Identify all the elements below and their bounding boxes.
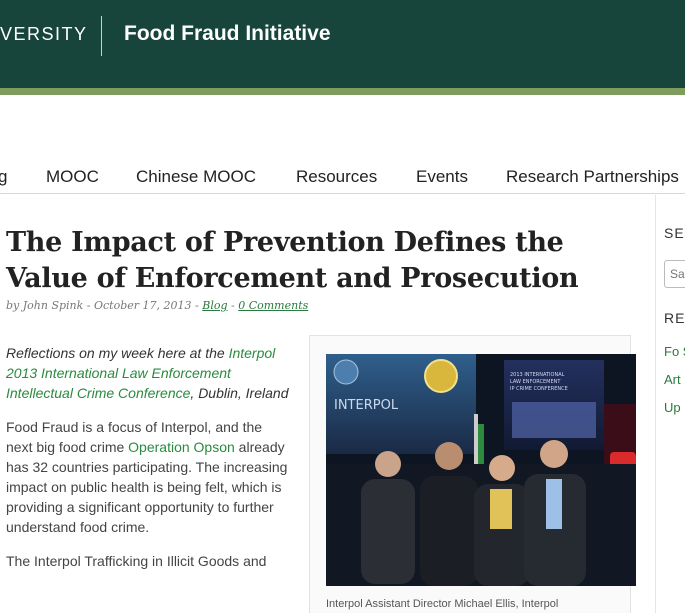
sidebar-recent-list: Fo Sci Co 20 Re Art Inw Mi Up FD Fra Mo …: [664, 343, 685, 427]
post-title: The Impact of Prevention Defines the Val…: [6, 227, 579, 294]
interpol-emblem-icon: [424, 359, 458, 393]
p1-text-b: , Dublin, Ireland: [190, 385, 289, 401]
conference-photo[interactable]: INTERPOL 2013 INTERNATIONAL LAW ENFORCEM…: [326, 354, 636, 586]
nav-item-mooc[interactable]: MOOC: [46, 167, 99, 187]
post-category-link[interactable]: Blog: [202, 299, 227, 312]
conference-photo-illustration: INTERPOL 2013 INTERNATIONAL LAW ENFORCEM…: [326, 354, 636, 586]
university-wordmark[interactable]: VERSITY: [0, 24, 88, 45]
brand-divider: [101, 16, 102, 56]
site-title[interactable]: Food Fraud Initiative: [124, 22, 331, 46]
post-figure: INTERPOL 2013 INTERNATIONAL LAW ENFORCEM…: [309, 335, 636, 613]
post-author-date: by John Spink - October 17, 2013 -: [6, 299, 199, 312]
post-paragraph-1: Reflections on my week here at the Inter…: [6, 343, 291, 403]
post-paragraph-2: Food Fraud is a focus of Interpol, and t…: [6, 417, 291, 537]
post-meta: by John Spink - October 17, 2013 - Blog …: [6, 299, 308, 312]
nav-item-research-partnerships[interactable]: Research Partnerships: [506, 167, 679, 187]
site-header: VERSITY Food Fraud Initiative: [0, 0, 685, 88]
operation-opson-link[interactable]: Operation Opson: [128, 439, 235, 455]
sidebar-recent-link[interactable]: Fo Sci Co 20 Re: [664, 343, 685, 361]
screen-text-right: 2013 INTERNATIONAL LAW ENFORCEMENT IP CR…: [510, 372, 568, 392]
sidebar-search-heading: SE: [664, 225, 685, 241]
post-body: Reflections on my week here at the Inter…: [6, 343, 291, 585]
sidebar-recent-link[interactable]: Art Inw Mi: [664, 371, 685, 389]
meta-separator: -: [227, 299, 239, 312]
sidebar-recent-heading: RE: [664, 310, 685, 326]
nav-item-partial[interactable]: g: [0, 167, 7, 187]
post-paragraph-3: The Interpol Trafficking in Illicit Good…: [6, 553, 267, 569]
main-nav: g MOOC Chinese MOOC Resources Events Res…: [0, 160, 685, 194]
p1-text-a: Reflections on my week here at the: [6, 345, 229, 361]
header-accent-stripe: [0, 88, 685, 95]
post-comments-link[interactable]: 0 Comments: [238, 299, 308, 312]
main-content: The Impact of Prevention Defines the Val…: [0, 195, 640, 613]
person-2: [420, 476, 478, 586]
sidebar: SE RE Fo Sci Co 20 Re Art Inw Mi Up FD F…: [655, 195, 685, 613]
person-1: [361, 479, 415, 584]
screen-text-left: INTERPOL: [334, 398, 399, 413]
nav-item-chinese-mooc[interactable]: Chinese MOOC: [136, 167, 256, 187]
nav-item-resources[interactable]: Resources: [296, 167, 377, 187]
sidebar-recent-link[interactable]: Up FD Fra Mo Des: [664, 399, 685, 417]
nav-item-events[interactable]: Events: [416, 167, 468, 187]
sidebar-search-input[interactable]: [664, 260, 685, 288]
photo-caption: Interpol Assistant Director Michael Elli…: [326, 598, 559, 610]
